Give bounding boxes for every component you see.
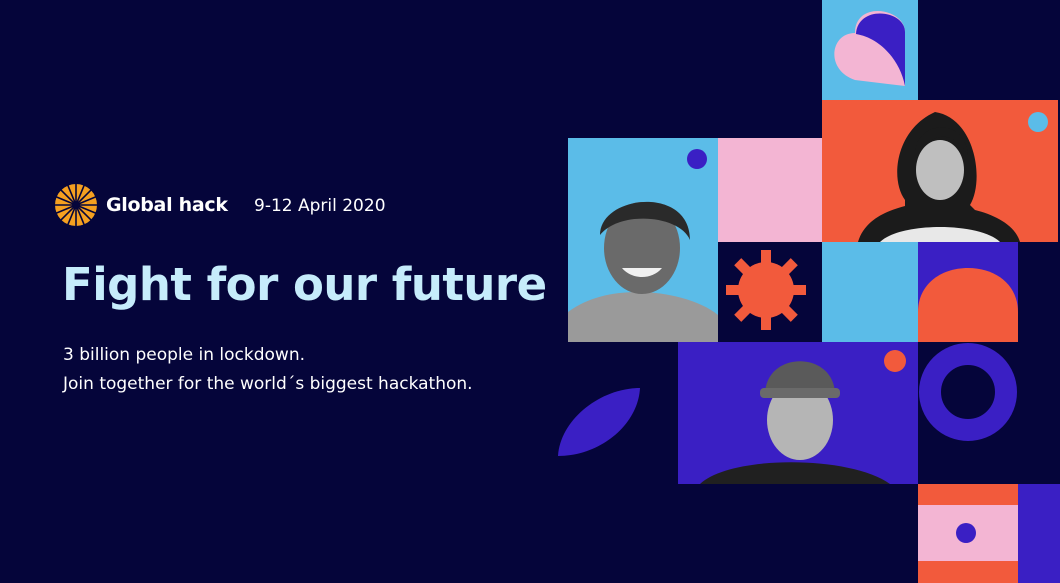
cog-shape: [726, 250, 806, 330]
tile-indigo-edge: [1018, 484, 1060, 583]
hero-mosaic-artwork: [558, 0, 1060, 583]
leaf-shape: [558, 388, 640, 456]
tile-light-blue: [822, 242, 918, 342]
tile-pink: [718, 138, 822, 242]
